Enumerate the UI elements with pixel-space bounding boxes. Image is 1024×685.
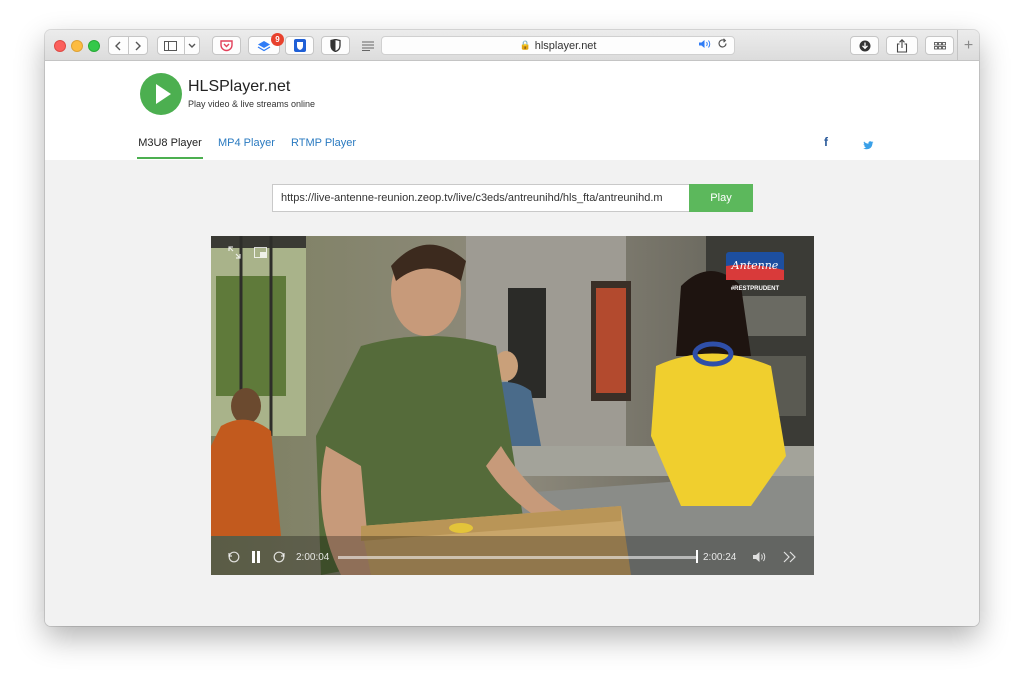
fullscreen-icon[interactable] — [228, 246, 241, 262]
shield-icon — [293, 39, 306, 52]
chevron-right-icon[interactable] — [128, 37, 147, 54]
pocket-icon — [220, 39, 233, 51]
tab-overview-icon — [933, 41, 946, 49]
channel-logo: Antenne — [731, 259, 779, 272]
video-player[interactable]: Antenne #RESTPRUDENT 2:00:04 2:00:24 — [211, 236, 814, 575]
tab-overview-button[interactable] — [925, 36, 954, 55]
chevron-double-right-icon[interactable] — [783, 551, 796, 566]
current-time: 2:00:04 — [296, 552, 330, 563]
bitwarden-extension-button[interactable] — [285, 36, 314, 55]
page-content: HLSPlayer.net Play video & live streams … — [45, 61, 979, 626]
progress-bar[interactable] — [338, 556, 698, 559]
minimize-window-button[interactable] — [71, 40, 83, 52]
browser-toolbar: 9 🔒 hlsplayer.net + — [45, 30, 979, 61]
channel-hashtag: #RESTPRUDENT — [731, 286, 780, 292]
notification-badge: 9 — [271, 33, 284, 46]
download-button[interactable] — [850, 36, 879, 55]
back-forward-group — [108, 36, 148, 55]
twitter-icon[interactable] — [863, 137, 874, 155]
lock-icon: 🔒 — [519, 40, 531, 50]
site-brand[interactable]: HLSPlayer.net — [188, 78, 290, 96]
address-bar[interactable]: 🔒 hlsplayer.net — [381, 36, 735, 55]
layers-icon — [257, 40, 271, 51]
share-icon — [896, 38, 908, 53]
play-button[interactable]: Play — [689, 184, 753, 212]
sidebar-toggle-group — [157, 36, 200, 55]
video-frame: Antenne #RESTPRUDENT — [211, 236, 814, 575]
reader-icon — [362, 41, 374, 51]
chevron-down-icon[interactable] — [185, 37, 199, 54]
address-url: hlsplayer.net — [534, 39, 597, 52]
pocket-extension-button[interactable] — [212, 36, 241, 55]
reload-icon[interactable] — [717, 38, 728, 52]
site-header: HLSPlayer.net Play video & live streams … — [45, 61, 979, 160]
tab-m3u8-player[interactable]: M3U8 Player — [137, 137, 203, 159]
download-icon — [859, 40, 870, 51]
reader-view-button[interactable] — [355, 36, 381, 55]
volume-icon[interactable] — [752, 551, 768, 566]
speaker-icon[interactable] — [698, 39, 712, 52]
pause-icon[interactable] — [251, 551, 261, 566]
tab-rtmp-player[interactable]: RTMP Player — [291, 137, 356, 159]
facebook-icon[interactable]: f — [824, 135, 828, 149]
picture-in-picture-icon[interactable] — [254, 247, 267, 261]
privacy-shield-icon — [330, 39, 341, 52]
site-tagline: Play video & live streams online — [188, 99, 316, 109]
rewind-icon[interactable] — [228, 551, 240, 566]
tab-mp4-player[interactable]: MP4 Player — [218, 137, 275, 159]
plus-icon[interactable]: + — [957, 30, 979, 61]
maximize-window-button[interactable] — [88, 40, 100, 52]
end-time: 2:00:24 — [703, 552, 737, 563]
play-logo-icon[interactable] — [140, 73, 182, 115]
skip-forward-icon[interactable] — [273, 551, 285, 566]
close-window-button[interactable] — [54, 40, 66, 52]
sidebar-icon[interactable] — [158, 37, 184, 54]
privacy-extension-button[interactable] — [321, 36, 350, 55]
progress-handle[interactable] — [696, 550, 698, 563]
stream-url-input[interactable]: https://live-antenne-reunion.zeop.tv/liv… — [272, 184, 689, 212]
browser-window: 9 🔒 hlsplayer.net + HLSPlayer.net Play v… — [45, 30, 979, 626]
share-button[interactable] — [886, 36, 918, 55]
chevron-left-icon[interactable] — [109, 37, 128, 54]
